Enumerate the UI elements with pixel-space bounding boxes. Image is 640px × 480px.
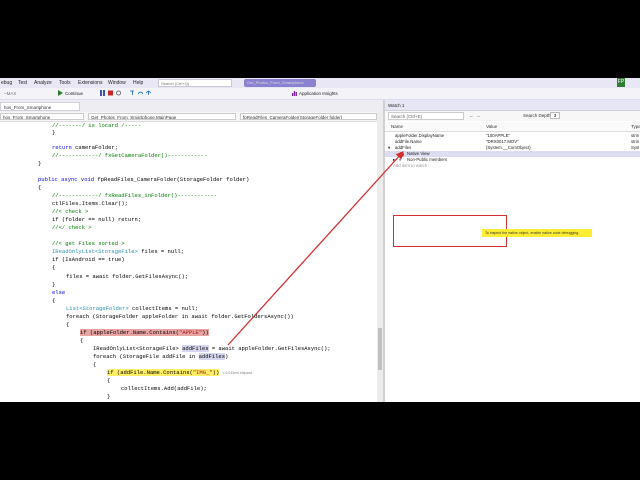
watch-window: Watch 1 Search (Ctrl+E) ← → Search Depth… (385, 100, 640, 402)
add-watch-item[interactable]: Add item to watch (385, 163, 640, 169)
insights-icon (292, 91, 297, 96)
step-over-icon[interactable] (138, 90, 143, 96)
column-name[interactable]: Name (391, 124, 403, 129)
search-prev-icon[interactable]: ← (469, 113, 474, 118)
stop-icon[interactable] (108, 90, 113, 96)
navigation-bar: hos_From_Smartphone Get_Photos_From_Smar… (0, 112, 383, 122)
code-line: } (38, 160, 42, 167)
column-type[interactable]: Type (631, 124, 640, 129)
menu-window[interactable]: Window (108, 80, 126, 86)
code-line: files = await folder.GetFilesAsync(); (66, 273, 189, 280)
play-icon[interactable] (58, 90, 63, 96)
nav-project-dropdown[interactable]: hos_From_Smartphone (0, 113, 84, 120)
search-next-icon[interactable]: → (476, 113, 481, 118)
menu-tools[interactable]: Tools (59, 80, 71, 86)
watch-search-bar: Search (Ctrl+E) ← → Search Depth: 3 (385, 111, 640, 121)
search-input[interactable]: Search (Ctrl+Q) (158, 79, 232, 87)
menu-bar: ebug Test Analyze Tools Extensions Windo… (0, 78, 640, 88)
watch-title-bar: Watch 1 (385, 100, 640, 111)
native-view-tooltip: To inspect the native object, enable nat… (482, 229, 592, 237)
error-icon (399, 151, 404, 157)
code-line: { (80, 337, 84, 344)
code-line: } (107, 393, 111, 400)
editor-scrollbar-thumb[interactable] (378, 328, 382, 370)
restart-icon[interactable] (116, 90, 121, 96)
menu-analyze[interactable]: Analyze (34, 80, 52, 86)
nav-class-dropdown[interactable]: Get_Photos_From_Smartphone.MainPage (88, 113, 236, 120)
code-line: { (93, 361, 97, 368)
code-line: { (52, 264, 56, 271)
code-line: public async void fpReadFiles_CameraFold… (38, 176, 250, 183)
code-line: { (107, 377, 111, 384)
menu-test[interactable]: Test (18, 80, 27, 86)
visual-studio-window: ebug Test Analyze Tools Extensions Windo… (0, 78, 640, 402)
editor-gutter[interactable] (0, 122, 12, 402)
elapsed-time-label: ≤ 6,013ms elapsed (222, 371, 253, 375)
code-line: //</ check > (52, 224, 92, 231)
breakpoint-line: if (appleFolder.Name.Contains("APPLE")) (80, 329, 209, 336)
pause-icon[interactable] (100, 90, 105, 96)
application-insights-button[interactable]: Application Insights (299, 91, 338, 96)
avatar[interactable]: FP (617, 78, 625, 87)
menu-debug[interactable]: ebug (1, 80, 12, 86)
search-depth-label: Search Depth: (523, 113, 552, 118)
step-into-icon[interactable] (130, 90, 135, 96)
code-line: { (52, 297, 56, 304)
tab-project[interactable]: hos_From_Smartphone (0, 102, 80, 111)
add-watch-label: Add item to watch (393, 163, 428, 168)
search-depth-dropdown[interactable]: 3 (550, 112, 560, 119)
code-line: { (38, 184, 42, 191)
config-dropdown[interactable]: ~MAX (4, 91, 16, 96)
solution-title: Get_Photos_From_Smartphone (244, 79, 316, 87)
code-line: foreach (StorageFile addFile in addFiles… (93, 353, 229, 360)
code-line: //------------/ fxGetCameraFolder()-----… (52, 152, 208, 159)
step-out-icon[interactable] (146, 90, 151, 96)
nav-member-dropdown[interactable]: fpReadFiles_CameraFolder(StorageFolder f… (240, 113, 377, 120)
code-line: foreach (StorageFolder appleFolder in aw… (66, 313, 294, 320)
current-statement-line: if (addFile.Name.Contains("IMG_")) ≤ 6,0… (107, 369, 253, 376)
code-line: { (66, 321, 70, 328)
toolbar: ~MAX Continue Application Insights (0, 88, 640, 100)
column-value[interactable]: Value (486, 124, 497, 129)
code-line: collectItems.Add(addFile); (121, 385, 207, 392)
watch-column-headers: Name Value Type (385, 122, 640, 132)
menu-extensions[interactable]: Extensions (78, 80, 102, 86)
code-line: //-------/ is locard /----- (52, 122, 142, 129)
code-line: } (52, 129, 56, 136)
menu-help[interactable]: Help (133, 80, 143, 86)
code-line: if (IsAndroid == true) (52, 256, 125, 263)
code-editor[interactable]: //-------/ is locard /----- } return cam… (0, 122, 377, 402)
continue-button[interactable]: Continue (65, 91, 83, 96)
watch-title: Watch 1 (388, 103, 405, 108)
watch-search-input[interactable]: Search (Ctrl+E) (388, 112, 464, 120)
